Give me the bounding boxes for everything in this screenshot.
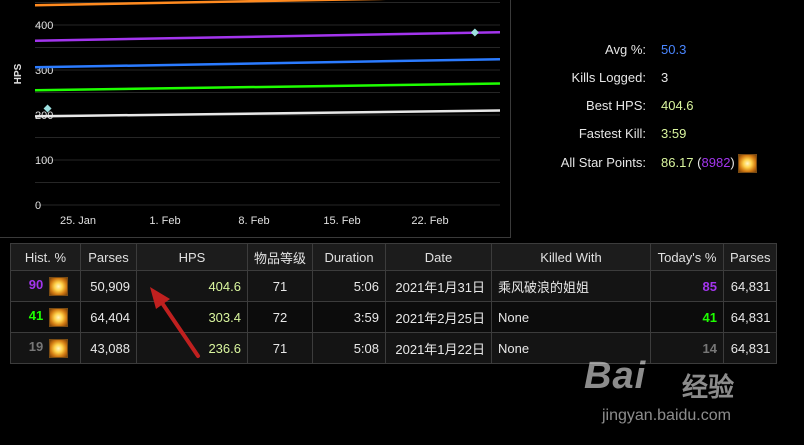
baidu-jingyan-watermark: Bai 经验 jingyan.baidu.com xyxy=(584,355,784,435)
col-parses-2[interactable]: Parses xyxy=(723,243,778,271)
star-icon xyxy=(48,307,68,327)
hist-pct-value: 90 xyxy=(28,277,44,293)
table-row[interactable]: 90 50,909 404.6 71 5:06 2021年1月31日 乘风破浪的… xyxy=(10,270,778,302)
x-tick-label: 22. Feb xyxy=(411,215,448,227)
watermark-brand: 经验 xyxy=(682,372,735,402)
paren-open: ( xyxy=(693,154,702,170)
col-hps[interactable]: HPS xyxy=(136,243,248,271)
col-parses[interactable]: Parses xyxy=(80,243,137,271)
stat-star-points-label: All Star Points: xyxy=(560,155,646,170)
stat-star-points-rank: 8982 xyxy=(701,154,731,170)
col-killed-with[interactable]: Killed With xyxy=(491,243,652,271)
col-todays-pct[interactable]: Today's % xyxy=(650,243,725,271)
duration-cell: 5:06 xyxy=(312,270,387,302)
parses-cell: 64,404 xyxy=(80,301,137,333)
stat-best-hps-label: Best HPS: xyxy=(586,98,646,113)
stat-star-points-row: All Star Points: 86.17 (8982) xyxy=(512,154,804,174)
col-date[interactable]: Date xyxy=(385,243,493,271)
y-tick-label: 400 xyxy=(35,20,53,32)
duration-cell: 5:08 xyxy=(312,332,387,364)
parses-2-cell: 64,831 xyxy=(723,301,778,333)
hist-pct-value: 19 xyxy=(28,339,44,355)
paren-close: ) xyxy=(730,154,735,170)
killed-with-link[interactable]: 乘风破浪的姐姐 xyxy=(491,270,652,302)
y-tick-label: 0 xyxy=(35,200,41,212)
x-tick-label: 25. Jan xyxy=(60,215,96,227)
stat-star-points-value-group: 86.17 (8982) xyxy=(661,154,758,173)
stat-avg-value: 50.3 xyxy=(661,42,687,57)
hist-pct-value: 41 xyxy=(28,308,44,324)
percentile-line xyxy=(34,82,501,92)
item-level-cell: 71 xyxy=(246,332,314,364)
y-axis-label: HPS xyxy=(13,63,24,84)
x-tick-label: 8. Feb xyxy=(238,215,269,227)
star-icon xyxy=(738,154,758,173)
date-cell[interactable]: 2021年2月25日 xyxy=(385,301,493,333)
percentile-line xyxy=(34,30,501,42)
hps-cell: 236.6 xyxy=(136,332,248,364)
col-hist-pct[interactable]: Hist. % xyxy=(10,243,81,271)
hps-cell: 303.4 xyxy=(136,301,248,333)
stat-star-points-value: 86.17 xyxy=(661,154,694,170)
hps-chart-panel: 0 100 200 300 400 HPS 25. Jan 1. Feb 8. Feb 15. F… xyxy=(0,0,511,238)
stat-kills-label: Kills Logged: xyxy=(571,70,646,85)
stat-best-hps-row: Best HPS: 404.6 xyxy=(512,98,804,118)
star-icon xyxy=(48,276,68,296)
hps-cell: 404.6 xyxy=(136,270,248,302)
percentile-line xyxy=(34,57,501,69)
table-row[interactable]: 41 64,404 303.4 72 3:59 2021年2月25日 None … xyxy=(10,301,778,333)
stat-fastest-kill-row: Fastest Kill: 3:59 xyxy=(512,126,804,146)
parses-2-cell: 64,831 xyxy=(723,270,778,302)
todays-pct-cell: 41 xyxy=(650,301,725,333)
table-header-row: Hist. % Parses HPS 物品等级 Duration Date Ki… xyxy=(10,243,778,271)
stat-avg-row: Avg %: 50.3 xyxy=(512,42,804,62)
parses-cell: 50,909 xyxy=(80,270,137,302)
stat-avg-label: Avg %: xyxy=(605,42,646,57)
col-item-level[interactable]: 物品等级 xyxy=(246,243,314,271)
date-cell[interactable]: 2021年1月22日 xyxy=(385,332,493,364)
col-duration[interactable]: Duration xyxy=(312,243,387,271)
parses-cell: 43,088 xyxy=(80,332,137,364)
kill-marker xyxy=(470,28,479,37)
stat-best-hps-value: 404.6 xyxy=(661,98,694,113)
duration-cell: 3:59 xyxy=(312,301,387,333)
stat-fastest-kill-value: 3:59 xyxy=(661,126,687,141)
hps-chart: 0100200300400HPS25. Jan 1. Feb 8. Feb 15. F… xyxy=(13,0,501,227)
stats-panel: Avg %: 50.3 Kills Logged: 3 Best HPS: 40… xyxy=(512,0,804,238)
stat-fastest-kill-label: Fastest Kill: xyxy=(578,126,646,141)
item-level-cell: 71 xyxy=(246,270,314,302)
killed-with-cell: None xyxy=(491,301,652,333)
hist-pct-cell: 19 xyxy=(10,332,81,364)
date-cell[interactable]: 2021年1月31日 xyxy=(385,270,493,302)
x-tick-label: 1. Feb xyxy=(149,215,180,227)
todays-pct-cell: 85 xyxy=(650,270,725,302)
parses-table: Hist. % Parses HPS 物品等级 Duration Date Ki… xyxy=(10,243,778,364)
stat-kills-row: Kills Logged: 3 xyxy=(512,70,804,90)
stat-kills-value: 3 xyxy=(661,70,669,85)
watermark-url: jingyan.baidu.com xyxy=(602,407,731,424)
hist-pct-cell: 90 xyxy=(10,270,81,302)
watermark-logo: Bai xyxy=(584,355,647,397)
hist-pct-cell: 41 xyxy=(10,301,81,333)
x-tick-label: 15. Feb xyxy=(323,215,360,227)
star-icon xyxy=(48,338,68,358)
y-tick-label: 100 xyxy=(35,155,53,167)
item-level-cell: 72 xyxy=(246,301,314,333)
